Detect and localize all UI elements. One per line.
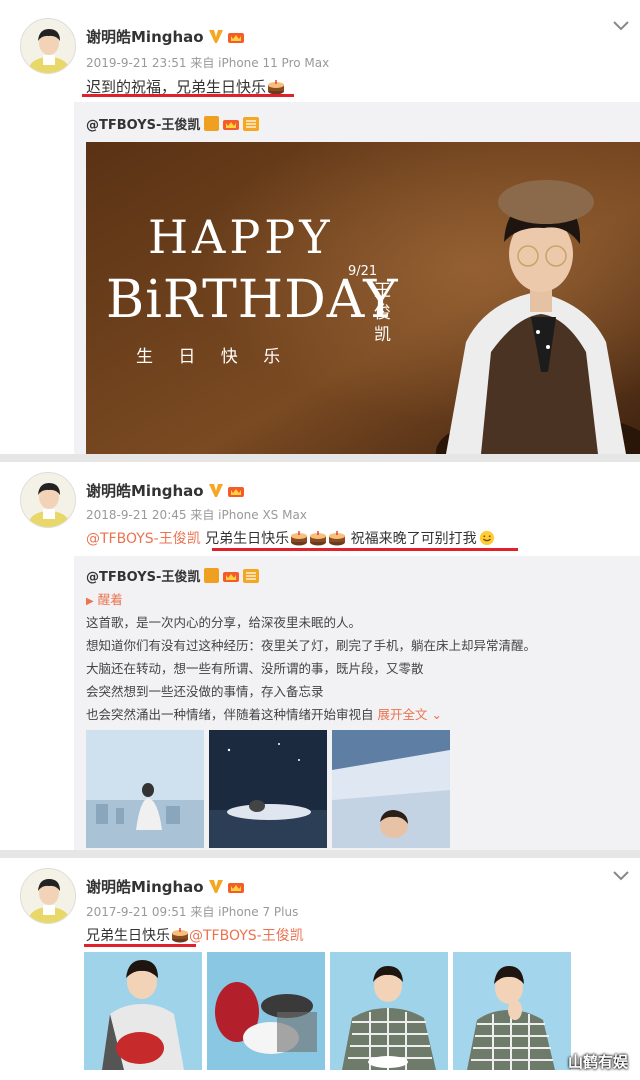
verified-v-icon xyxy=(208,880,223,893)
banner-date: 9/21 xyxy=(348,264,378,279)
repost-text-line: 会突然想到一些还没做的事情，存入备忘录 xyxy=(86,684,324,699)
post-image-4[interactable] xyxy=(453,952,571,1070)
weibo-post-3: 谢明皓Minghao 2017-9-21 09:51 来自 iPhone 7 P… xyxy=(0,858,640,1080)
post-separator xyxy=(0,454,640,462)
repost-username[interactable]: @TFBOYS-王俊凯 xyxy=(86,114,260,133)
post-text: @TFBOYS-王俊凯 兄弟生日快乐 祝福来晚了可别打我 xyxy=(86,528,496,548)
chevron-down-icon: ⌄ xyxy=(431,707,442,722)
cake-emoji-icon xyxy=(291,531,308,546)
vip-crown-icon xyxy=(227,33,244,43)
highlight-underline xyxy=(212,548,518,551)
smile-emoji-icon xyxy=(479,530,494,546)
repost-text-line: 也会突然涌出一种情绪，伴随着这种情绪开始审视自 展开全文 ⌄ xyxy=(86,707,442,722)
cake-emoji-icon xyxy=(172,928,188,943)
post-separator xyxy=(0,850,640,858)
vip-crown-icon xyxy=(223,120,240,130)
banner-birthday-text: BiRTHDAY xyxy=(106,270,399,330)
post-time[interactable]: 2019-9-21 23:51 xyxy=(86,56,187,70)
avatar[interactable] xyxy=(20,472,76,528)
username[interactable]: 谢明皓Minghao xyxy=(86,26,245,47)
post-meta: 2019-9-21 23:51 来自 iPhone 11 Pro Max xyxy=(86,54,329,71)
mention-link[interactable]: @TFBOYS-王俊凯 xyxy=(86,531,201,547)
banner-subtitle: 生 日 快 乐 xyxy=(136,347,291,367)
mention-link[interactable]: @TFBOYS-王俊凯 xyxy=(189,928,304,944)
fan-badge-icon xyxy=(243,117,260,131)
watermark: 山鹤有娱 xyxy=(567,1053,628,1071)
avatar[interactable] xyxy=(20,868,76,924)
fan-badge-icon xyxy=(243,569,260,583)
weibo-post-1: 谢明皓Minghao 2019-9-21 23:51 来自 iPhone 11 … xyxy=(0,0,640,100)
vip-crown-icon xyxy=(227,487,244,497)
repost-text-line: 想知道你们有没有过这种经历：夜里关了灯，刷完了手机，躺在床上却异常清醒。 xyxy=(86,638,537,653)
post-source: 来自 iPhone XS Max xyxy=(190,508,307,522)
cake-emoji-icon xyxy=(268,80,285,95)
vip-crown-icon xyxy=(223,572,240,582)
vip-crown-icon xyxy=(227,883,244,893)
username[interactable]: 谢明皓Minghao xyxy=(86,876,245,897)
expand-full-text-link[interactable]: 展开全文 ⌄ xyxy=(378,707,442,722)
play-icon: ▶ xyxy=(86,596,94,607)
post-image-3[interactable] xyxy=(330,952,448,1070)
repost-username[interactable]: @TFBOYS-王俊凯 xyxy=(86,566,260,585)
post-meta: 2018-9-21 20:45 来自 iPhone XS Max xyxy=(86,506,307,523)
highlight-underline xyxy=(82,94,294,97)
verified-v-icon xyxy=(204,116,220,131)
post-meta: 2017-9-21 09:51 来自 iPhone 7 Plus xyxy=(86,903,298,920)
repost-image-1[interactable] xyxy=(86,730,204,848)
repost-text-line: 这首歌，是一次内心的分享，给深夜里未眠的人。 xyxy=(86,615,362,630)
highlight-underline xyxy=(84,944,196,947)
avatar[interactable] xyxy=(20,18,76,74)
repost-card-1[interactable]: @TFBOYS-王俊凯 HAPPY BiRTHDAY 生 日 快 乐 9/21 … xyxy=(74,102,640,454)
chevron-down-icon[interactable] xyxy=(612,870,630,882)
chevron-down-icon[interactable] xyxy=(612,20,630,32)
music-link[interactable]: ▶ 醒着 xyxy=(86,589,123,608)
cake-emoji-icon xyxy=(310,531,327,546)
banner-name-vertical: 王 俊 凯 xyxy=(374,281,391,345)
post-image-1[interactable] xyxy=(84,952,202,1070)
repost-image-3[interactable] xyxy=(332,730,450,848)
post-image-2[interactable] xyxy=(207,952,325,1070)
banner-happy-text: HAPPY xyxy=(148,210,334,264)
verified-v-icon xyxy=(204,568,220,583)
username[interactable]: 谢明皓Minghao xyxy=(86,480,245,501)
repost-card-2[interactable]: @TFBOYS-王俊凯 ▶ 醒着 这首歌，是一次内心的分享，给深夜里未眠的人。 … xyxy=(74,556,640,850)
post-time[interactable]: 2018-9-21 20:45 xyxy=(86,508,187,522)
repost-text-line: 大脑还在转动，想一些有所谓、没所谓的事，既片段，又零散 xyxy=(86,661,424,676)
verified-v-icon xyxy=(208,30,223,43)
post-time[interactable]: 2017-9-21 09:51 xyxy=(86,905,187,919)
post-source: 来自 iPhone 7 Plus xyxy=(190,905,299,919)
weibo-post-2: 谢明皓Minghao 2018-9-21 20:45 来自 iPhone XS … xyxy=(0,462,640,556)
repost-image-2[interactable] xyxy=(209,730,327,848)
post-text: 兄弟生日快乐 @TFBOYS-王俊凯 xyxy=(86,928,304,944)
cake-emoji-icon xyxy=(329,531,346,546)
post-source: 来自 iPhone 11 Pro Max xyxy=(190,56,330,70)
birthday-banner-image[interactable]: HAPPY BiRTHDAY 生 日 快 乐 9/21 王 俊 凯 xyxy=(86,142,640,454)
verified-v-icon xyxy=(208,484,223,497)
